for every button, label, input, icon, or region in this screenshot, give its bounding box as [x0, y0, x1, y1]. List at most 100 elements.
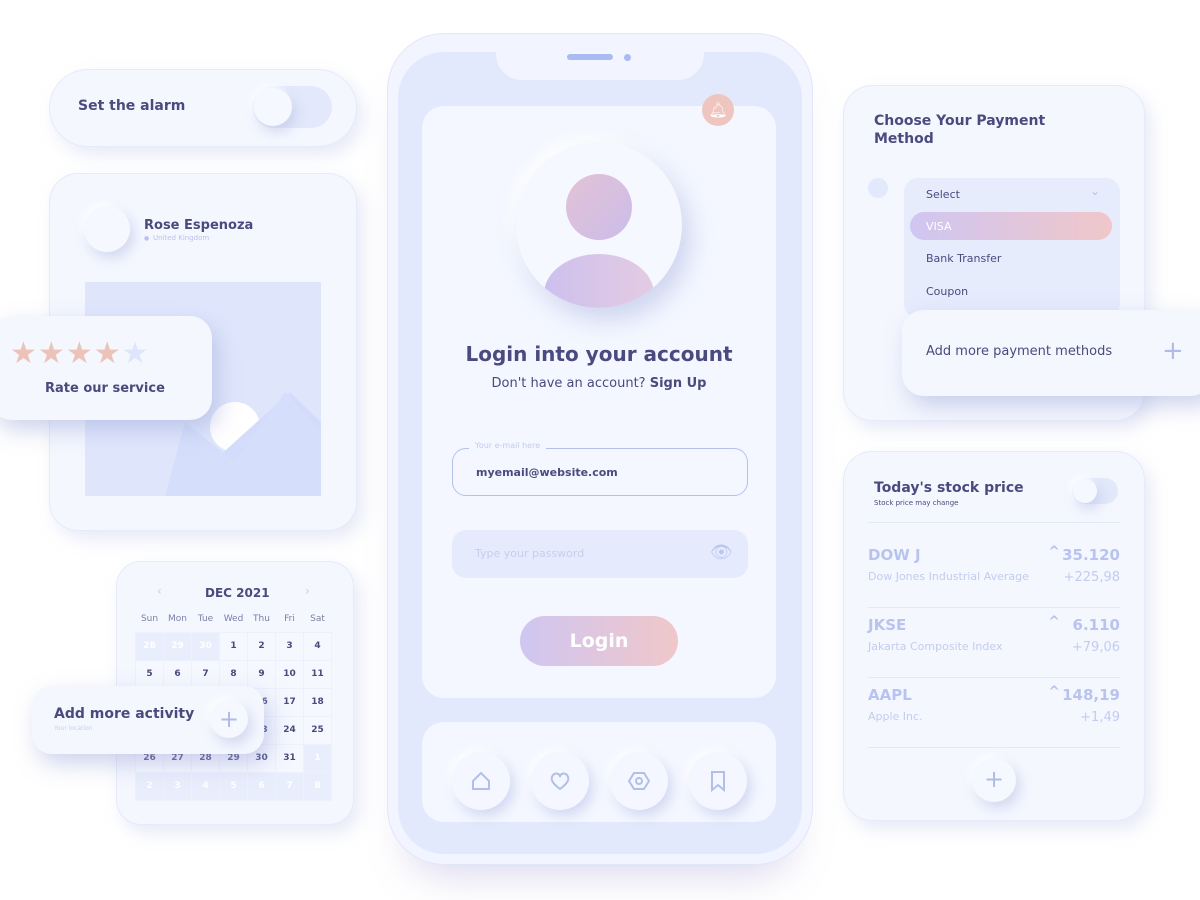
plus-icon[interactable]: + — [1162, 336, 1184, 366]
stock-card: Today's stock price Stock price may chan… — [844, 452, 1144, 820]
stock-change: +1,49 — [1080, 710, 1120, 725]
star-icon[interactable]: ★ — [94, 336, 122, 371]
chevron-down-icon[interactable]: ⌄ — [1090, 184, 1100, 198]
add-payment-card[interactable]: Add more payment methods + — [902, 310, 1200, 396]
stock-ticker: DOW J — [868, 546, 921, 564]
profile-name: Rose Espenoza — [144, 218, 254, 233]
star-rating[interactable]: ★★★★★ — [10, 336, 150, 371]
email-input[interactable]: Your e-mail here myemail@website.com — [452, 441, 748, 496]
payment-option-visa[interactable]: VISA — [910, 212, 1112, 240]
calendar-day[interactable]: 3 — [275, 631, 304, 661]
calendar-day[interactable]: 9 — [247, 659, 276, 689]
calendar-day[interactable]: 31 — [275, 743, 304, 773]
activity-title: Add more activity — [54, 706, 195, 722]
alarm-label: Set the alarm — [78, 98, 186, 114]
calendar-day[interactable]: 24 — [275, 715, 304, 745]
avatar-large — [516, 142, 682, 308]
calendar-day[interactable]: 1 — [219, 631, 248, 661]
calendar-week: 28 29 30 1 2 3 4 — [135, 631, 332, 661]
signup-link[interactable]: Sign Up — [650, 376, 707, 391]
stock-change: +79,06 — [1071, 640, 1120, 655]
stock-row[interactable]: AAPL Apple Inc. ^ 148,19 +1,49 — [868, 678, 1120, 748]
calendar-day[interactable]: 11 — [303, 659, 332, 689]
calendar-day[interactable]: 2 — [135, 771, 164, 801]
email-value: myemail@website.com — [476, 466, 618, 479]
calendar-week: 2345678 — [135, 771, 332, 801]
weekday-label: Sun — [140, 613, 159, 624]
calendar-day[interactable]: 18 — [303, 687, 332, 717]
payment-radio[interactable] — [868, 178, 888, 198]
stock-change: +225,98 — [1063, 570, 1120, 585]
stock-name: Dow Jones Industrial Average — [868, 570, 1029, 583]
calendar-day[interactable]: 25 — [303, 715, 332, 745]
star-icon[interactable]: ★ — [38, 336, 66, 371]
calendar-day[interactable]: 10 — [275, 659, 304, 689]
stock-price: 35.120 — [1062, 546, 1120, 564]
stock-row[interactable]: JKSE Jakarta Composite Index ^ 6.110 +79,06 — [868, 608, 1120, 678]
calendar-day[interactable]: 28 — [135, 631, 164, 661]
password-placeholder: Type your password — [475, 547, 585, 560]
alarm-toggle[interactable] — [252, 86, 332, 128]
arrow-up-icon: ^ — [1048, 684, 1060, 700]
calendar-day[interactable]: 7 — [275, 771, 304, 801]
calendar-day[interactable]: 6 — [247, 771, 276, 801]
prev-month-icon[interactable]: ‹ — [157, 584, 162, 598]
home-icon[interactable] — [452, 752, 510, 810]
payment-dropdown[interactable]: Select ⌄ VISA Bank Transfer Coupon — [904, 178, 1120, 318]
calendar-day[interactable]: 6 — [163, 659, 192, 689]
stock-toggle[interactable] — [1072, 478, 1118, 504]
calendar-day[interactable]: 1 — [303, 743, 332, 773]
star-icon[interactable]: ★ — [10, 336, 38, 371]
calendar-day[interactable]: 5 — [219, 771, 248, 801]
calendar-day[interactable]: 8 — [303, 771, 332, 801]
weekday-label: Sat — [310, 613, 325, 624]
calendar-day[interactable]: 17 — [275, 687, 304, 717]
no-account-text: Don't have an account? — [491, 376, 646, 391]
notification-bell-icon[interactable]: 🔔︎ — [702, 94, 734, 126]
payment-option-coupon[interactable]: Coupon — [926, 285, 968, 298]
payment-option-bank-transfer[interactable]: Bank Transfer — [926, 252, 1001, 265]
calendar-day[interactable]: 5 — [135, 659, 164, 689]
stock-ticker: JKSE — [868, 616, 907, 634]
rating-label: Rate our service — [45, 381, 165, 396]
activity-subtitle: Your location — [54, 725, 93, 732]
stock-subtitle: Stock price may change — [874, 499, 959, 507]
calendar-day[interactable]: 4 — [191, 771, 220, 801]
star-icon[interactable]: ★ — [66, 336, 94, 371]
password-input[interactable]: Type your password 👁 — [452, 530, 748, 578]
calendar-day[interactable]: 29 — [163, 631, 192, 661]
star-icon[interactable]: ★ — [122, 336, 150, 371]
heart-icon[interactable] — [531, 752, 589, 810]
weekday-label: Wed — [223, 613, 244, 624]
calendar-day[interactable]: 3 — [163, 771, 192, 801]
location-pin-icon: ● — [144, 235, 150, 242]
profile-location: United Kingdom — [153, 234, 210, 242]
rating-card: ★★★★★ Rate our service — [0, 316, 212, 420]
login-button[interactable]: Login — [520, 616, 678, 666]
email-label: Your e-mail here — [469, 441, 547, 450]
add-activity-button[interactable]: + — [210, 700, 248, 738]
add-stock-button[interactable]: + — [972, 758, 1016, 802]
alarm-card: Set the alarm — [50, 70, 356, 146]
calendar-month: DEC 2021 — [205, 586, 270, 600]
weekday-label: Thu — [253, 613, 270, 624]
calendar-day[interactable]: 30 — [191, 631, 220, 661]
stock-row[interactable]: DOW J Dow Jones Industrial Average ^ 35.120… — [868, 538, 1120, 608]
payment-title: Choose Your Payment Method — [874, 113, 1046, 147]
dropdown-select: Select — [926, 188, 960, 201]
bookmark-icon[interactable] — [689, 752, 747, 810]
calendar-day[interactable]: 2 — [247, 631, 276, 661]
add-payment-label: Add more payment methods — [926, 344, 1113, 359]
login-panel: Login into your account Don't have an ac… — [422, 106, 776, 698]
bottom-nav — [422, 722, 776, 822]
calendar-day[interactable]: 7 — [191, 659, 220, 689]
weekday-label: Mon — [168, 613, 187, 624]
calendar-day[interactable]: 4 — [303, 631, 332, 661]
stock-name: Apple Inc. — [868, 710, 923, 723]
stock-ticker: AAPL — [868, 686, 912, 704]
calendar-day[interactable]: 8 — [219, 659, 248, 689]
eye-icon[interactable]: 👁 — [710, 542, 733, 563]
next-month-icon[interactable]: › — [305, 584, 310, 598]
settings-icon[interactable] — [610, 752, 668, 810]
weekday-label: Fri — [284, 613, 295, 624]
